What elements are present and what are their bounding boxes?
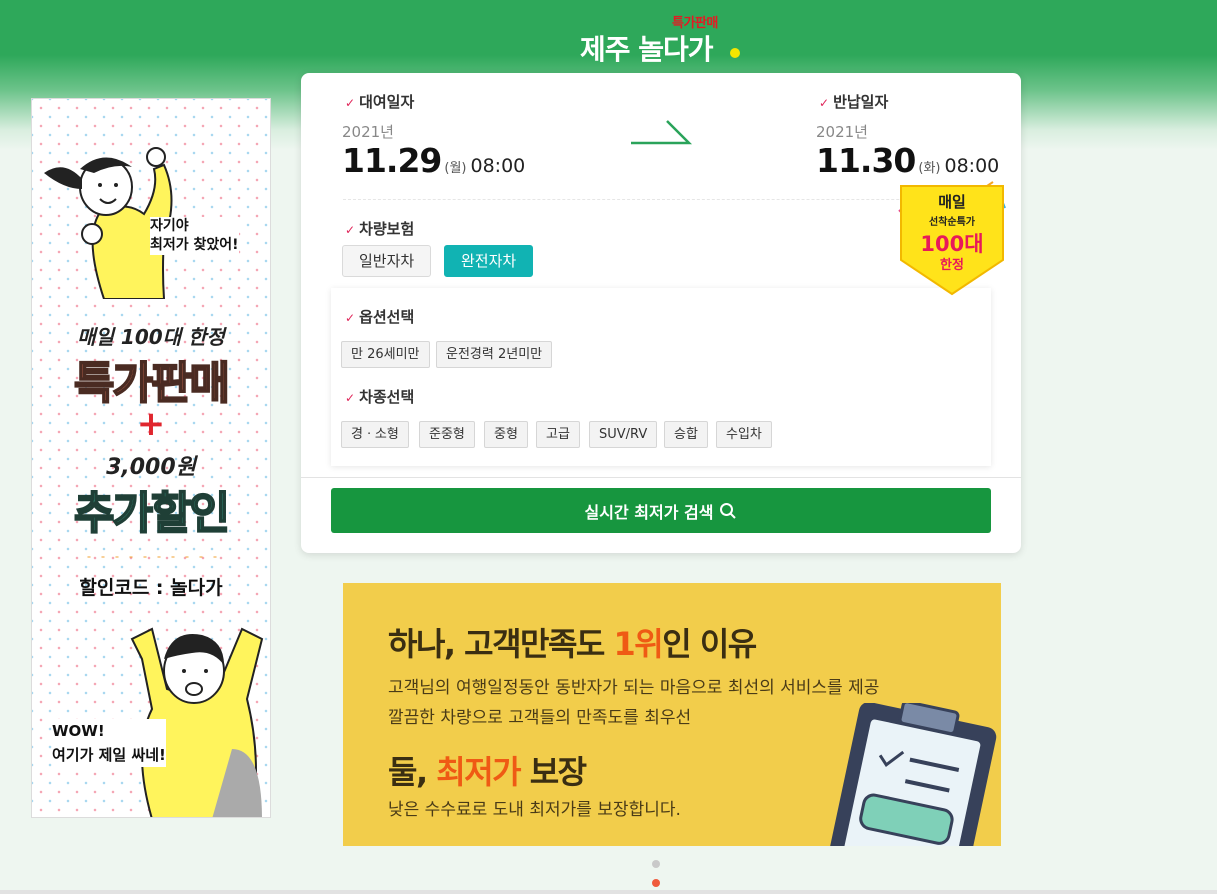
option-driving-experience[interactable]: 운전경력 2년미만	[436, 341, 553, 368]
pickup-label-text: 대여일자	[359, 93, 415, 111]
car-type-luxury[interactable]: 고급	[536, 421, 580, 448]
promo-heading-2: 둘, 최저가 보장	[388, 747, 587, 793]
car-type-label: ✓ 차종선택	[345, 386, 414, 407]
options-section: ✓ 옵션선택 만 26세미만 운전경력 2년미만 ✓ 차종선택 경ㆍ소형 준중형 중…	[331, 288, 991, 466]
banner-discount-code: 할인코드 : 놀다가	[79, 577, 223, 599]
check-icon: ✓	[345, 96, 356, 110]
car-type-import[interactable]: 수입차	[716, 421, 772, 448]
search-icon	[720, 502, 737, 519]
pager-dot-active[interactable]	[652, 879, 660, 887]
logo-text: 제주 놀다가	[580, 33, 714, 66]
return-day-of-week: (화)	[918, 161, 941, 176]
banner-special-sale: 특가판매	[73, 357, 231, 410]
date-divider	[343, 199, 979, 200]
banner-dots-divider	[82, 555, 222, 559]
promo-h2-suffix: 보장	[520, 753, 587, 791]
banner-daily-limit: 매일 100대 한정	[77, 325, 225, 349]
sticker-line-1: 매일	[938, 193, 966, 211]
realtime-lowest-price-search-button[interactable]: 실시간 최저가 검색	[331, 488, 991, 533]
sticker-line-4: 한정	[940, 257, 964, 273]
pickup-year[interactable]: 2021년	[342, 121, 394, 142]
banner-bubble-text: 자기야 최저가 찾았어!	[150, 217, 239, 255]
wow-line-1: WOW!	[52, 722, 105, 740]
search-button-label: 실시간 최저가 검색	[584, 502, 714, 522]
pickup-date[interactable]: 11.29 (월) 08:00	[342, 141, 525, 180]
return-label-text: 반납일자	[833, 93, 889, 111]
site-logo[interactable]: 특가판매 제주 놀다가	[580, 12, 750, 66]
daily-special-sticker[interactable]: 매일 선착순특가 100대 한정	[893, 180, 1011, 296]
logo-dot	[730, 48, 740, 58]
options-label-text: 옵션선택	[359, 308, 415, 326]
bubble-line-2: 최저가 찾았어!	[150, 237, 239, 253]
pickup-time: 08:00	[470, 155, 526, 177]
banner-extra-discount: 추가할인	[73, 487, 231, 540]
car-type-suv[interactable]: SUV/RV	[589, 421, 658, 448]
check-icon: ✓	[819, 96, 830, 110]
car-type-semi-mid[interactable]: 준중형	[419, 421, 475, 448]
check-icon: ✓	[345, 223, 356, 237]
insurance-standard-button[interactable]: 일반자차	[342, 245, 432, 277]
footer-divider	[0, 890, 1217, 894]
car-type-mid[interactable]: 중형	[484, 421, 528, 448]
check-icon: ✓	[345, 391, 356, 405]
banner-pager[interactable]	[652, 853, 670, 887]
pickup-day-of-week: (월)	[444, 161, 467, 176]
wow-line-2: 여기가 제일 싸네!	[52, 746, 166, 764]
options-label: ✓ 옵션선택	[345, 306, 414, 327]
pickup-date-value: 11.29	[342, 141, 442, 180]
banner-wow-text: WOW! 여기가 제일 싸네!	[52, 719, 166, 767]
banner-plus: +	[136, 404, 166, 444]
rental-search-panel: ✓ 대여일자 2021년 11.29 (월) 08:00 ✓ 반납일자 2021년 11…	[301, 73, 1021, 553]
promo-h2-highlight: 최저가	[436, 753, 521, 791]
pickup-date-label: ✓ 대여일자	[345, 91, 414, 112]
cheering-man-illustration	[130, 627, 264, 817]
return-year[interactable]: 2021년	[816, 121, 868, 142]
promo-h2-prefix: 둘,	[388, 753, 437, 791]
promo-desc-1: 고객님의 여행일정동안 동반자가 되는 마음으로 최선의 서비스를 제공	[388, 678, 880, 698]
return-date-value: 11.30	[816, 141, 916, 180]
bubble-line-1: 자기야	[150, 218, 189, 234]
promo-h1-prefix: 하나, 고객만족도	[388, 625, 614, 663]
clipboard-car-illustration	[827, 703, 997, 846]
car-type-van[interactable]: 승합	[664, 421, 708, 448]
promo-h1-suffix: 인 이유	[662, 625, 757, 663]
insurance-full-button[interactable]: 완전자차	[444, 245, 534, 277]
insurance-label: ✓ 차량보험	[345, 218, 414, 239]
promo-h1-highlight: 1위	[613, 625, 664, 663]
pager-dot[interactable]	[652, 860, 660, 868]
panel-separator	[301, 477, 1021, 478]
promo-desc-2: 깔끔한 차량으로 고객들의 만족도를 최우선	[388, 708, 692, 728]
cheering-woman-illustration	[44, 147, 173, 299]
car-type-label-text: 차종선택	[359, 388, 415, 406]
sticker-line-3: 100대	[920, 232, 983, 256]
return-date-label: ✓ 반납일자	[819, 91, 888, 112]
car-type-compact[interactable]: 경ㆍ소형	[341, 421, 409, 448]
promo-heading-1: 하나, 고객만족도 1위인 이유	[388, 619, 757, 665]
promo-desc-3: 낮은 수수료로 도내 최저가를 보장합니다.	[388, 800, 681, 820]
promo-banner[interactable]: 하나, 고객만족도 1위인 이유 고객님의 여행일정동안 동반자가 되는 마음으…	[343, 583, 1001, 846]
return-time: 08:00	[944, 155, 1000, 177]
side-promo-banner[interactable]: 자기야 최저가 찾았어! 매일 100대 한정 특가판매 + 3,000원 추가…	[31, 98, 271, 818]
sticker-line-2: 선착순특가	[929, 215, 976, 228]
date-arrow-icon	[631, 120, 693, 145]
option-under-26[interactable]: 만 26세미만	[341, 341, 430, 368]
return-date[interactable]: 11.30 (화) 08:00	[816, 141, 999, 180]
check-icon: ✓	[345, 311, 356, 325]
insurance-label-text: 차량보험	[359, 220, 415, 238]
